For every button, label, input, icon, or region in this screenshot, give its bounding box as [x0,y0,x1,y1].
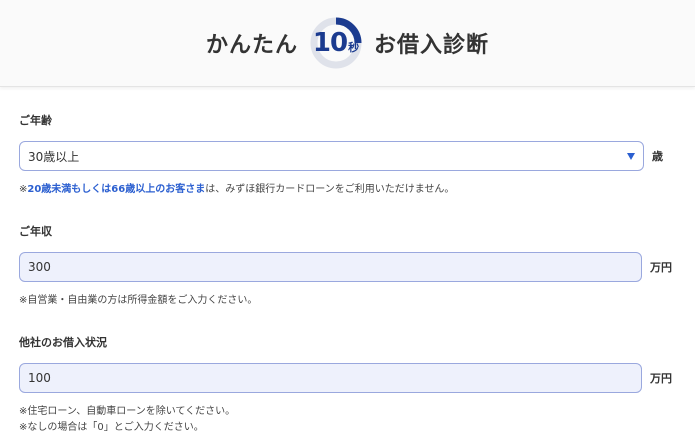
income-input-value: 300 [28,260,51,274]
timer-number: 10 [312,28,348,58]
age-select[interactable]: 30歳以上 [19,141,644,171]
age-select-value: 30歳以上 [28,149,80,164]
other-loans-label: 他社のお借入状況 [19,336,107,349]
age-label: ご年齢 [19,114,52,127]
timer-unit: 秒 [348,41,360,54]
income-unit: 万円 [650,261,672,274]
age-unit: 歳 [652,150,663,163]
other-loans-note-1: ※住宅ローン、自動車ローンを除いてください。 [19,406,236,417]
income-label: ご年収 [19,225,52,238]
income-note: ※自営業・自由業の方は所得金額をご入力ください。 [19,295,258,306]
age-note-rest: は、みずほ銀行カードローンをご利用いただけません。 [205,184,455,195]
age-note-highlight: 20歳未満もしくは66歳以上のお客さま [27,184,206,195]
diagnosis-form: ご年齢 30歳以上 歳 ※20歳未満もしくは66歳以上のお客さまは、みずほ銀行カ… [0,112,695,436]
other-loans-row: 100 万円 [19,363,676,393]
other-loans-input[interactable]: 100 [19,363,642,393]
other-loans-unit: 万円 [650,372,672,385]
income-row: 300 万円 [19,252,676,282]
title-left: かんたん [205,33,298,58]
title-right: お借入診断 [374,33,490,58]
timer-badge: 10 秒 [310,17,362,69]
income-input[interactable]: 300 [19,252,642,282]
chevron-down-icon [627,152,635,160]
age-row: 30歳以上 歳 [19,141,676,171]
other-loans-input-value: 100 [28,371,51,385]
diagnosis-header: かんたん 10 秒 お借入診断 [0,0,695,87]
age-note: ※20歳未満もしくは66歳以上のお客さまは、みずほ銀行カードローンをご利用いただ… [19,182,676,198]
